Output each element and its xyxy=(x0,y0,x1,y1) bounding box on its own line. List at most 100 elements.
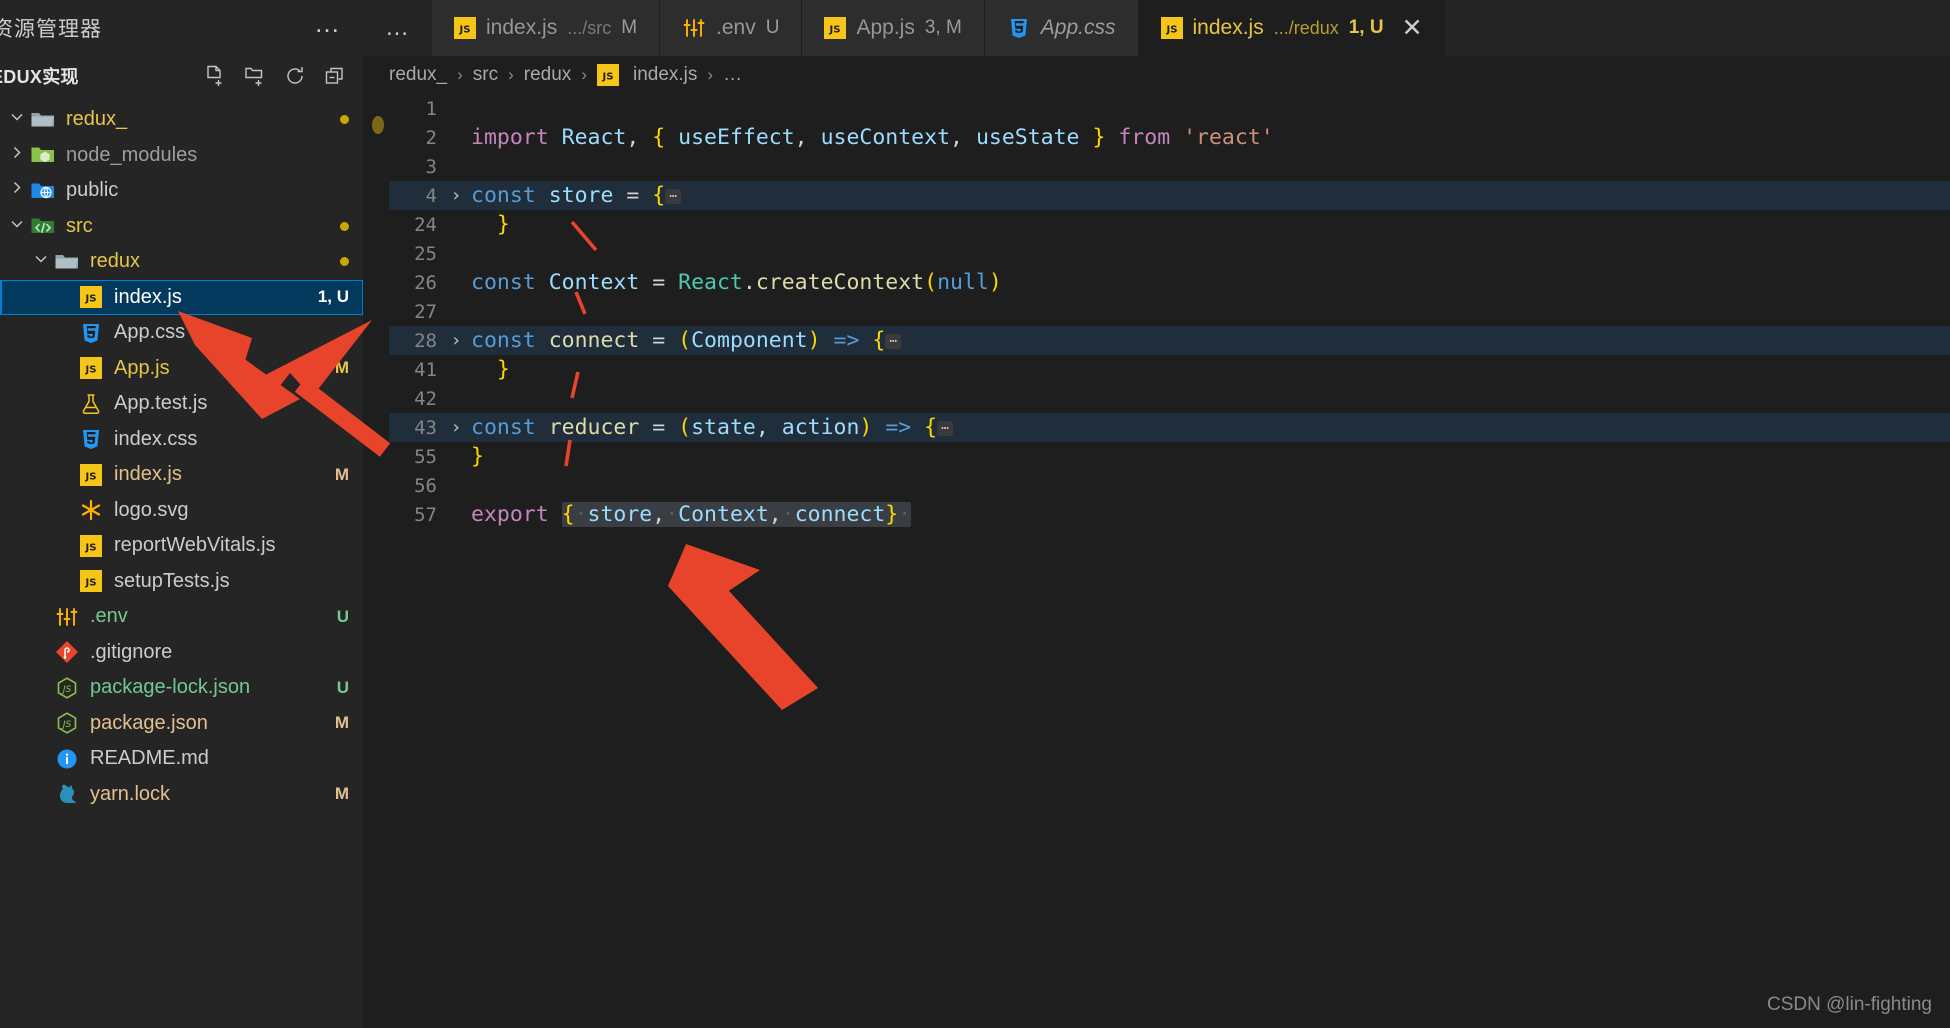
breadcrumb-separator-icon: › xyxy=(707,65,714,84)
tree-item[interactable]: redux_ xyxy=(0,102,363,138)
tree-item[interactable]: JS setupTests.js xyxy=(0,564,363,600)
tree-item[interactable]: .env U xyxy=(0,599,363,635)
line-number: 42 xyxy=(414,387,437,410)
chevron-right-icon[interactable] xyxy=(8,179,26,202)
chevron-down-icon[interactable] xyxy=(32,250,50,273)
code-line[interactable]: 1 xyxy=(389,94,1950,123)
close-icon[interactable]: ✕ xyxy=(1402,15,1423,41)
js-icon: JS xyxy=(596,64,619,86)
breadcrumb-item[interactable]: index.js xyxy=(633,64,697,86)
code-line[interactable]: 24 } xyxy=(389,210,1950,239)
tree-item[interactable]: JS index.js M xyxy=(0,457,363,493)
breadcrumb-item[interactable]: redux xyxy=(524,64,572,86)
tab-badge: 1, U xyxy=(1348,17,1384,38)
tree-item[interactable]: logo.svg xyxy=(0,493,363,529)
tabs-overflow-icon[interactable]: … xyxy=(363,0,432,56)
tree-item[interactable]: public xyxy=(0,173,363,209)
fold-chevron-icon[interactable]: › xyxy=(441,185,471,206)
code-line[interactable]: 25 xyxy=(389,239,1950,268)
env-icon xyxy=(55,605,79,629)
tree-item[interactable]: index.css xyxy=(0,422,363,458)
tree-item[interactable]: App.test.js xyxy=(0,386,363,422)
css-icon xyxy=(79,321,103,345)
editor-tab[interactable]: JS index.js .../src M xyxy=(432,0,661,56)
tree-item-badge: 3, M xyxy=(315,358,349,378)
collapse-all-icon[interactable] xyxy=(323,64,347,88)
git-icon xyxy=(55,640,79,664)
code-line[interactable]: 43 › const reducer = (state, action) => {⋯ xyxy=(389,413,1950,442)
css-icon xyxy=(79,427,103,451)
folder-src-icon xyxy=(30,214,56,238)
tree-item[interactable]: JS App.js 3, M xyxy=(0,351,363,387)
js-icon: JS xyxy=(80,463,102,486)
new-folder-icon[interactable] xyxy=(243,64,267,88)
code-line[interactable]: 56 xyxy=(389,471,1950,500)
svg-text:JS: JS xyxy=(84,578,96,589)
editor-tab[interactable]: .env U xyxy=(660,0,803,56)
breadcrumb-item[interactable]: src xyxy=(473,64,498,86)
code-line[interactable]: 26 const Context = React.createContext(nu… xyxy=(389,268,1950,297)
svg-text:JS: JS xyxy=(84,542,96,553)
tree-item[interactable]: src xyxy=(0,209,363,245)
code-line[interactable]: 3 xyxy=(389,152,1950,181)
explorer-more-actions-icon[interactable]: … xyxy=(314,10,343,38)
chevron-right-icon[interactable] xyxy=(8,144,26,167)
tab-label: index.js xyxy=(1192,16,1264,39)
fold-chevron-icon[interactable]: › xyxy=(441,330,471,351)
tree-item[interactable]: JS package-lock.json U xyxy=(0,670,363,706)
fold-chevron-icon[interactable]: › xyxy=(441,417,471,438)
code-line[interactable]: 55} xyxy=(389,442,1950,471)
code-line[interactable]: 57 export {·store,·Context,·connect}· xyxy=(389,500,1950,529)
tree-item[interactable]: yarn.lock M xyxy=(0,777,363,813)
tree-item[interactable]: README.md xyxy=(0,741,363,777)
code-line[interactable]: 42 xyxy=(389,384,1950,413)
svg-text:JS: JS xyxy=(84,365,96,376)
tree-item-label: public xyxy=(66,179,119,202)
new-file-icon[interactable] xyxy=(203,64,227,88)
tree-item-selected[interactable]: JS index.js 1, U xyxy=(0,279,363,315)
tree-item-label: .env xyxy=(90,605,128,628)
tab-badge: M xyxy=(621,17,638,38)
explorer-action-bar xyxy=(203,64,347,88)
code-line[interactable]: 2 import React, { useEffect, useContext, … xyxy=(389,123,1950,152)
code-line[interactable]: 28 › const connect = (Component) => {⋯ xyxy=(389,326,1950,355)
breadcrumb-item[interactable]: redux_ xyxy=(389,64,447,86)
code-line[interactable]: 4 › const store = {⋯ xyxy=(389,181,1950,210)
breadcrumb-item[interactable]: … xyxy=(723,64,742,86)
tree-item-badge: U xyxy=(336,606,349,626)
breadcrumb-separator-icon: › xyxy=(457,65,463,84)
chevron-down-icon[interactable] xyxy=(8,215,26,238)
svg-text:JS: JS xyxy=(61,685,72,695)
workspace-section-header[interactable]: EDUX实现 xyxy=(0,56,363,96)
code-lines-container[interactable]: 1 2 import React, { useEffect, useContext,… xyxy=(389,94,1950,1006)
tree-item[interactable]: node_modules xyxy=(0,138,363,174)
tree-item[interactable]: App.css xyxy=(0,315,363,351)
code-line[interactable]: 27 xyxy=(389,297,1950,326)
code-text: const connect = (Component) => {⋯ xyxy=(471,328,902,353)
tree-item-label: App.test.js xyxy=(114,392,208,415)
tree-item[interactable]: redux xyxy=(0,244,363,280)
code-text: } xyxy=(471,444,484,469)
tree-item[interactable]: JS reportWebVitals.js xyxy=(0,528,363,564)
tab-badge: 3, M xyxy=(924,17,962,38)
tree-item[interactable]: JS package.json M xyxy=(0,706,363,742)
line-number: 27 xyxy=(414,300,437,323)
tree-item-label: App.css xyxy=(114,321,186,344)
tree-item-label: .gitignore xyxy=(90,640,173,663)
code-text: } xyxy=(496,357,510,382)
editor-tab-active[interactable]: JS index.js .../redux 1, U ✕ xyxy=(1138,0,1446,56)
editor-decoration-gutter xyxy=(363,94,389,1006)
vscode-window: 资源管理器 … EDUX实现 xyxy=(0,0,1950,1028)
editor-tab[interactable]: App.css xyxy=(984,0,1139,56)
folder-node-icon xyxy=(30,143,56,167)
code-text: const reducer = (state, action) => {⋯ xyxy=(471,415,953,440)
refresh-icon[interactable] xyxy=(283,64,307,88)
tree-item-label: index.css xyxy=(114,427,198,450)
chevron-down-icon[interactable] xyxy=(8,108,26,131)
breadcrumb-separator-icon: › xyxy=(508,65,514,84)
tree-item[interactable]: .gitignore xyxy=(0,635,363,671)
code-editor[interactable]: 1 2 import React, { useEffect, useContext,… xyxy=(363,94,1950,1006)
line-number: 3 xyxy=(425,155,437,178)
code-line[interactable]: 41 } xyxy=(389,355,1950,384)
editor-tab[interactable]: JS App.js 3, M xyxy=(802,0,985,56)
